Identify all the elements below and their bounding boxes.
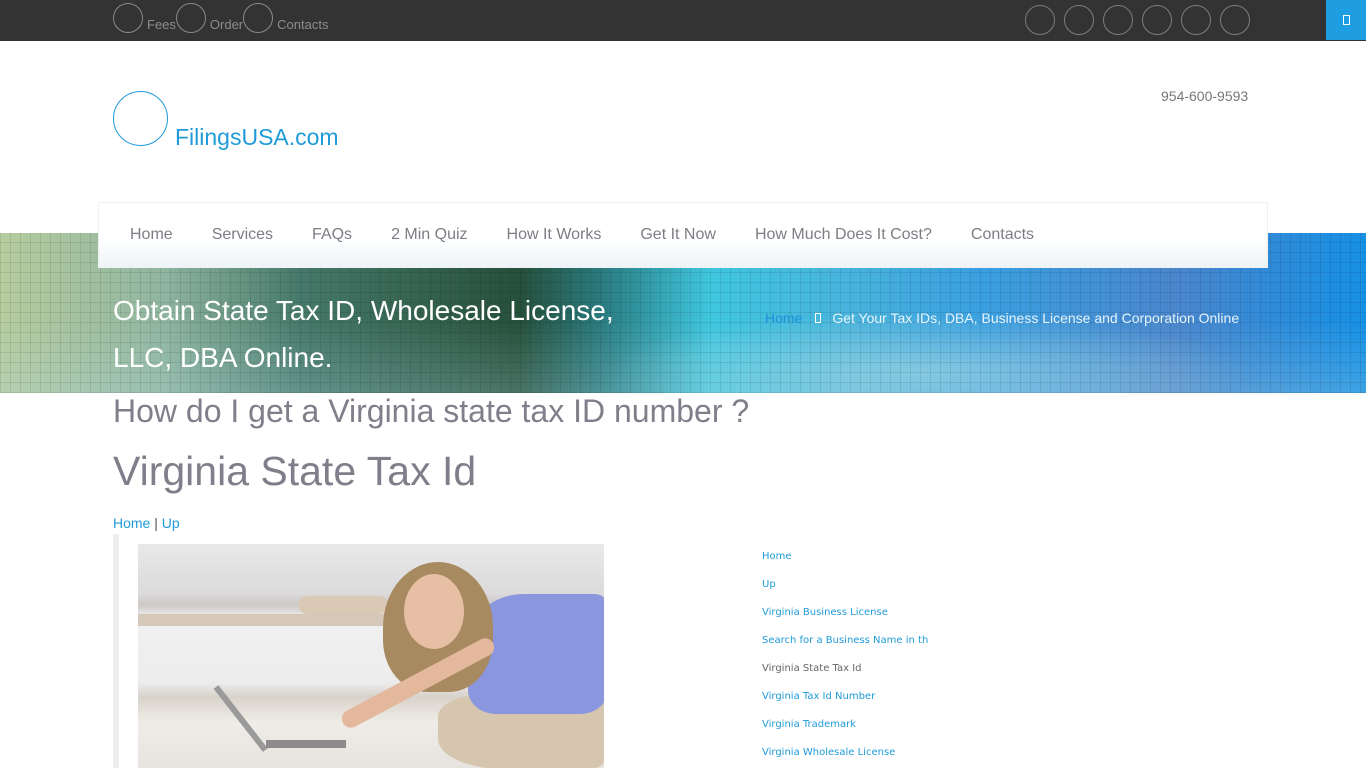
sidenav-item-business-name-search[interactable]: Search for a Business Name in th [762,630,928,658]
subnav-home[interactable]: Home [113,515,150,531]
nav-how-it-works[interactable]: How It Works [507,226,602,244]
top-nav: Fees Order Contacts [113,0,328,41]
banner-title: Obtain State Tax ID, Wholesale License, … [113,295,614,373]
top-link-contacts[interactable]: Contacts [243,0,328,33]
nav-cost[interactable]: How Much Does It Cost? [755,226,932,244]
sidenav-item-home[interactable]: Home [762,546,928,574]
fees-icon [113,3,143,33]
order-icon [175,3,206,33]
phone-number: 954-600-9593 [1161,88,1249,104]
nav-get-it-now[interactable]: Get It Now [640,226,716,244]
social-icon-2[interactable] [1064,5,1094,35]
top-bar: Fees Order Contacts [0,0,1366,41]
breadcrumb: Home Get Your Tax IDs, DBA, Business Lic… [765,310,1239,326]
social-icon-4[interactable] [1142,5,1172,35]
menu-toggle-button[interactable] [1326,0,1366,40]
main-nav: Home Services FAQs 2 Min Quiz How It Wor… [98,202,1268,268]
question-heading: How do I get a Virginia state tax ID num… [113,393,750,429]
nav-quiz[interactable]: 2 Min Quiz [391,226,467,244]
social-icon-3[interactable] [1103,5,1133,35]
breadcrumb-home[interactable]: Home [765,310,802,326]
top-link-fees[interactable]: Fees [113,0,176,33]
social-icon-5[interactable] [1181,5,1211,35]
sidenav-item-business-license[interactable]: Virginia Business License [762,602,928,630]
sidenav-item-trademark[interactable]: Virginia Trademark [762,714,928,742]
top-link-label: Fees [147,17,176,32]
nav-home[interactable]: Home [130,226,173,244]
social-icon-6[interactable] [1220,5,1250,35]
sidenav-item-wholesale-license[interactable]: Virginia Wholesale License [762,742,928,768]
contacts-icon [243,3,274,33]
menu-icon [1342,15,1350,25]
sub-nav: Home | Up [113,515,180,531]
top-link-label: Order [209,17,244,32]
social-links [1025,5,1250,35]
sidenav-item-up[interactable]: Up [762,574,928,602]
sidenav-item-tax-id-number[interactable]: Virginia Tax Id Number [762,686,928,714]
site-logo-text[interactable]: FilingsUSA.com [175,124,339,151]
hero-photo [138,544,604,768]
subnav-up[interactable]: Up [162,515,180,531]
chevron-right-icon [815,313,822,323]
nav-services[interactable]: Services [212,226,273,244]
nav-faqs[interactable]: FAQs [312,226,352,244]
breadcrumb-current: Get Your Tax IDs, DBA, Business License … [832,310,1240,326]
side-nav: Home Up Virginia Business License Search… [762,546,928,768]
top-link-label: Contacts [277,17,329,32]
nav-contacts[interactable]: Contacts [971,226,1034,244]
subnav-separator: | [154,515,158,531]
page-title: Virginia State Tax Id [113,448,477,494]
sidenav-item-state-tax-id: Virginia State Tax Id [762,663,862,674]
blockquote-bar [113,534,119,768]
logo-icon[interactable] [113,91,168,146]
social-icon-1[interactable] [1025,5,1055,35]
top-link-order[interactable]: Order [175,0,244,33]
